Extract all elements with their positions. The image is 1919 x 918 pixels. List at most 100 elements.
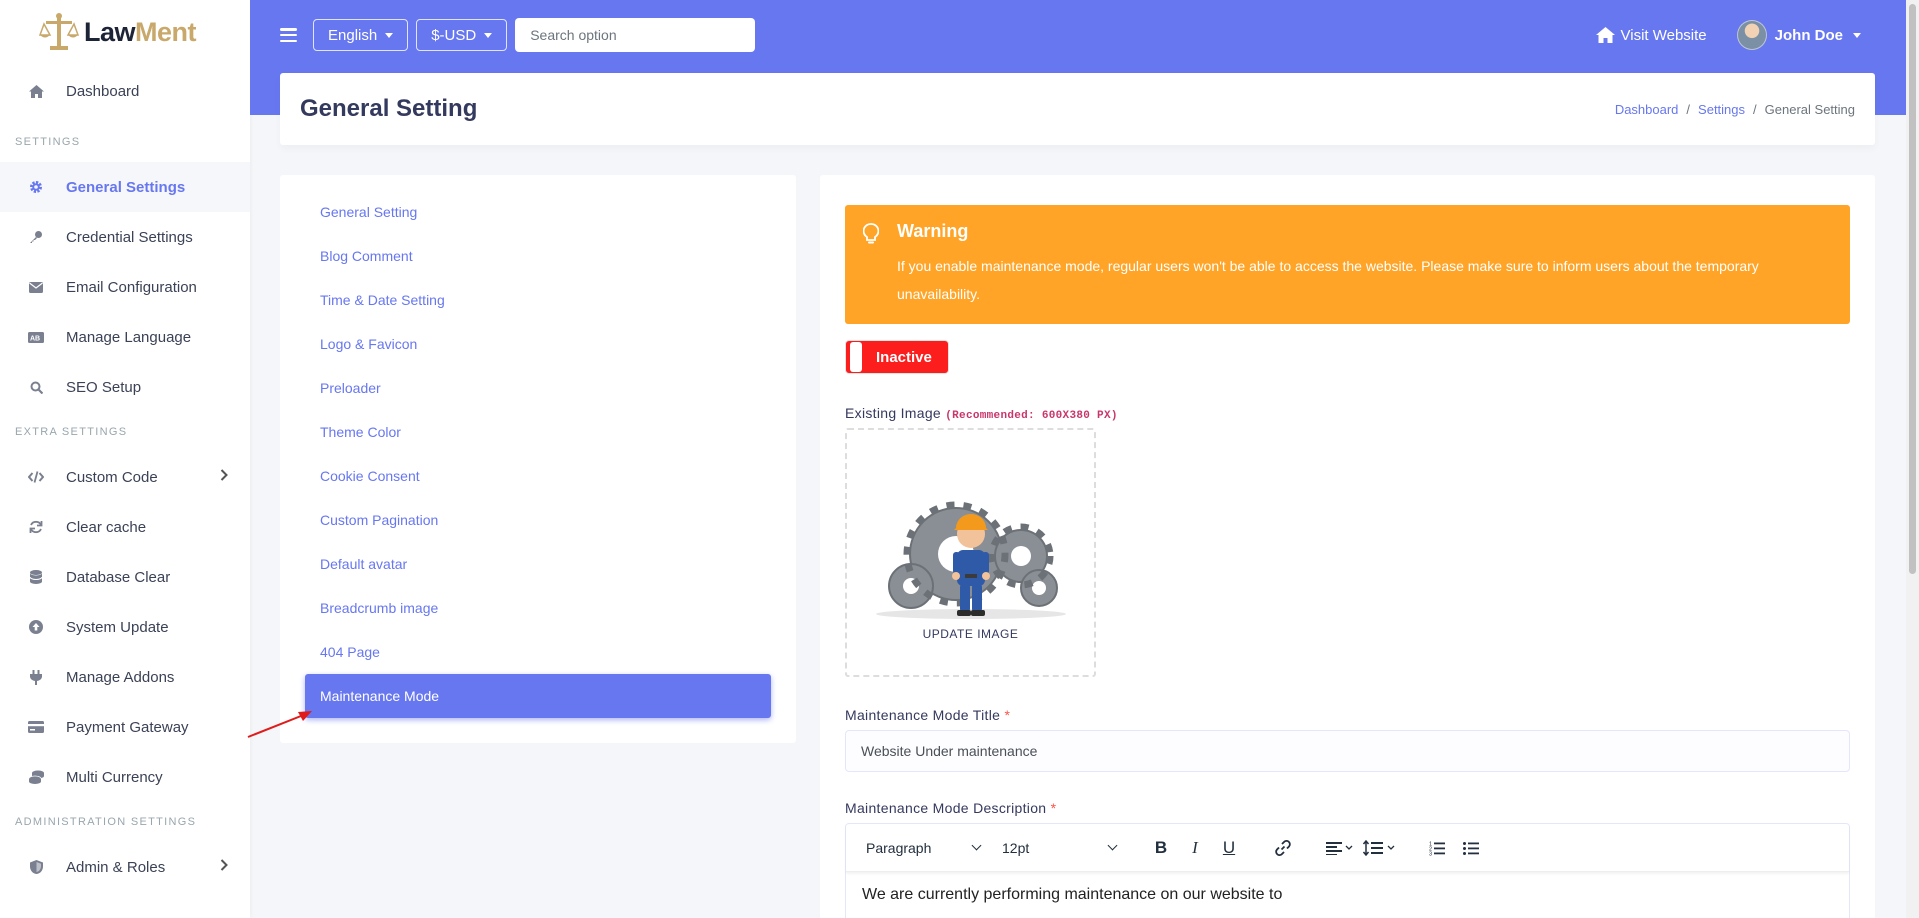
sidebar-item-database-clear[interactable]: Database Clear [0, 552, 250, 602]
italic-icon[interactable]: I [1178, 833, 1212, 863]
line-height-icon[interactable] [1360, 833, 1400, 863]
page-scrollbar[interactable] [1906, 0, 1919, 918]
refresh-icon [28, 519, 44, 535]
sidebar-item-label: General Settings [66, 178, 186, 196]
settings-tab-maintenance-mode[interactable]: Maintenance Mode [305, 674, 771, 718]
settings-tab-custom-pagination[interactable]: Custom Pagination [305, 498, 771, 542]
breadcrumb-current: General Setting [1764, 101, 1855, 117]
database-icon [28, 569, 44, 585]
svg-text:3: 3 [1429, 851, 1432, 856]
chevron-down-icon [1107, 840, 1118, 851]
warning-text: If you enable maintenance mode, regular … [897, 258, 1759, 302]
sidebar-item-label: Clear cache [66, 518, 147, 536]
bold-icon[interactable]: B [1144, 833, 1178, 863]
chevron-right-icon [220, 859, 228, 871]
sidebar-item-label: Dashboard [66, 82, 140, 100]
settings-tab-theme-color[interactable]: Theme Color [305, 410, 771, 454]
link-icon[interactable] [1266, 833, 1300, 863]
title-field-label: Maintenance Mode Title * [845, 707, 1850, 723]
caret-down-icon [385, 32, 394, 38]
key-icon [28, 229, 44, 245]
brand-name-law: Law [84, 16, 136, 47]
brand-logo[interactable]: LawMent [0, 0, 250, 64]
sidebar-item-label: Manage Language [66, 328, 192, 346]
sidebar-item-dashboard[interactable]: Dashboard [0, 66, 250, 116]
sidebar-item-label: Payment Gateway [66, 718, 189, 736]
image-upload-box[interactable]: UPDATE IMAGE [845, 428, 1096, 677]
block-format-select[interactable]: Paragraph [858, 833, 988, 863]
sidebar-item-label: SEO Setup [66, 378, 142, 396]
red-arrow-annotation [247, 711, 312, 738]
rich-text-editor: Paragraph 12pt B I U 12 3 We are current… [845, 823, 1850, 918]
user-menu[interactable]: John Doe [1736, 20, 1861, 50]
chevron-right-icon [220, 469, 228, 481]
align-left-icon[interactable] [1320, 833, 1360, 863]
breadcrumb-dashboard-link[interactable]: Dashboard [1615, 102, 1679, 117]
required-asterisk: * [1050, 800, 1057, 816]
sidebar-item-email-configuration[interactable]: Email Configuration [0, 262, 250, 312]
bullet-list-icon[interactable] [1454, 833, 1488, 863]
settings-tab-default-avatar[interactable]: Default avatar [305, 542, 771, 586]
sidebar-item-label: Email Configuration [66, 278, 197, 296]
settings-tab-logo-favicon[interactable]: Logo & Favicon [305, 322, 771, 366]
settings-tab-general-setting[interactable]: General Setting [305, 190, 771, 234]
language-icon: AB [28, 329, 44, 345]
block-format-value: Paragraph [866, 839, 932, 856]
currency-dropdown[interactable]: $-USD [416, 19, 508, 51]
coins-icon [28, 769, 44, 785]
page-title: General Setting [300, 95, 478, 122]
sidebar-item-credential-settings[interactable]: Credential Settings [0, 212, 250, 262]
sidebar-item-custom-code[interactable]: Custom Code [0, 452, 250, 502]
sidebar-item-label: Admin & Roles [66, 858, 166, 876]
settings-nav-list: General Setting Blog Comment Time & Date… [280, 175, 796, 743]
settings-tab-blog-comment[interactable]: Blog Comment [305, 234, 771, 278]
sidebar-item-admin-roles[interactable]: Admin & Roles [0, 842, 250, 892]
toggle-knob [850, 342, 862, 372]
language-dropdown-label: English [328, 26, 378, 44]
search-input[interactable] [515, 18, 756, 52]
sidebar-item-manage-language[interactable]: AB Manage Language [0, 312, 250, 362]
sidebar-item-clear-cache[interactable]: Clear cache [0, 502, 250, 552]
code-icon [28, 469, 44, 485]
maintenance-title-input[interactable] [845, 730, 1850, 772]
settings-tab-breadcrumb-image[interactable]: Breadcrumb image [305, 586, 771, 630]
warning-alert: Warning If you enable maintenance mode, … [845, 205, 1850, 324]
scrollbar-thumb[interactable] [1909, 4, 1916, 574]
breadcrumb-settings-link[interactable]: Settings [1698, 102, 1745, 117]
sidebar-item-multi-currency[interactable]: Multi Currency [0, 752, 250, 802]
sidebar-header-administration-settings: ADMINISTRATION SETTINGS [15, 816, 197, 828]
currency-dropdown-label: $-USD [431, 26, 477, 44]
toggle-label: Inactive [876, 348, 932, 366]
settings-tab-preloader[interactable]: Preloader [305, 366, 771, 410]
editor-content[interactable]: We are currently performing maintenance … [846, 872, 1849, 918]
update-image-label: UPDATE IMAGE [922, 627, 1019, 641]
required-asterisk: * [1004, 707, 1011, 723]
caret-down-icon [1853, 32, 1861, 38]
sidebar-item-payment-gateway[interactable]: Payment Gateway [0, 702, 250, 752]
language-dropdown[interactable]: English [313, 19, 409, 51]
maintenance-status-toggle[interactable]: Inactive [845, 340, 949, 374]
settings-tab-time-date-setting[interactable]: Time & Date Setting [305, 278, 771, 322]
sidebar-item-label: Manage Addons [66, 668, 175, 686]
ordered-list-icon[interactable]: 123 [1420, 833, 1454, 863]
font-size-value: 12pt [1002, 839, 1030, 856]
sidebar-item-general-settings[interactable]: General Settings [0, 162, 250, 212]
settings-tab-cookie-consent[interactable]: Cookie Consent [305, 454, 771, 498]
visit-website-link[interactable]: Visit Website [1595, 27, 1707, 44]
sidebar-header-extra-settings: EXTRA SETTINGS [15, 426, 128, 438]
sidebar-item-seo-setup[interactable]: SEO Setup [0, 362, 250, 412]
sidebar-item-manage-addons[interactable]: Manage Addons [0, 652, 250, 702]
description-field-label-text: Maintenance Mode Description [845, 800, 1047, 816]
section-header: General Setting Dashboard / Settings / G… [280, 73, 1875, 145]
settings-tab-404-page[interactable]: 404 Page [305, 630, 771, 674]
breadcrumb: Dashboard / Settings / General Setting [1614, 101, 1855, 117]
editor-toolbar: Paragraph 12pt B I U 12 3 [846, 824, 1849, 872]
underline-icon[interactable]: U [1212, 833, 1246, 863]
chevron-down-icon [971, 840, 982, 851]
sidebar-item-system-update[interactable]: System Update [0, 602, 250, 652]
envelope-icon [28, 279, 44, 295]
hamburger-menu-icon[interactable] [280, 28, 297, 42]
search-icon [28, 379, 44, 395]
font-size-select[interactable]: 12pt [994, 833, 1124, 863]
lightbulb-icon [863, 223, 879, 244]
